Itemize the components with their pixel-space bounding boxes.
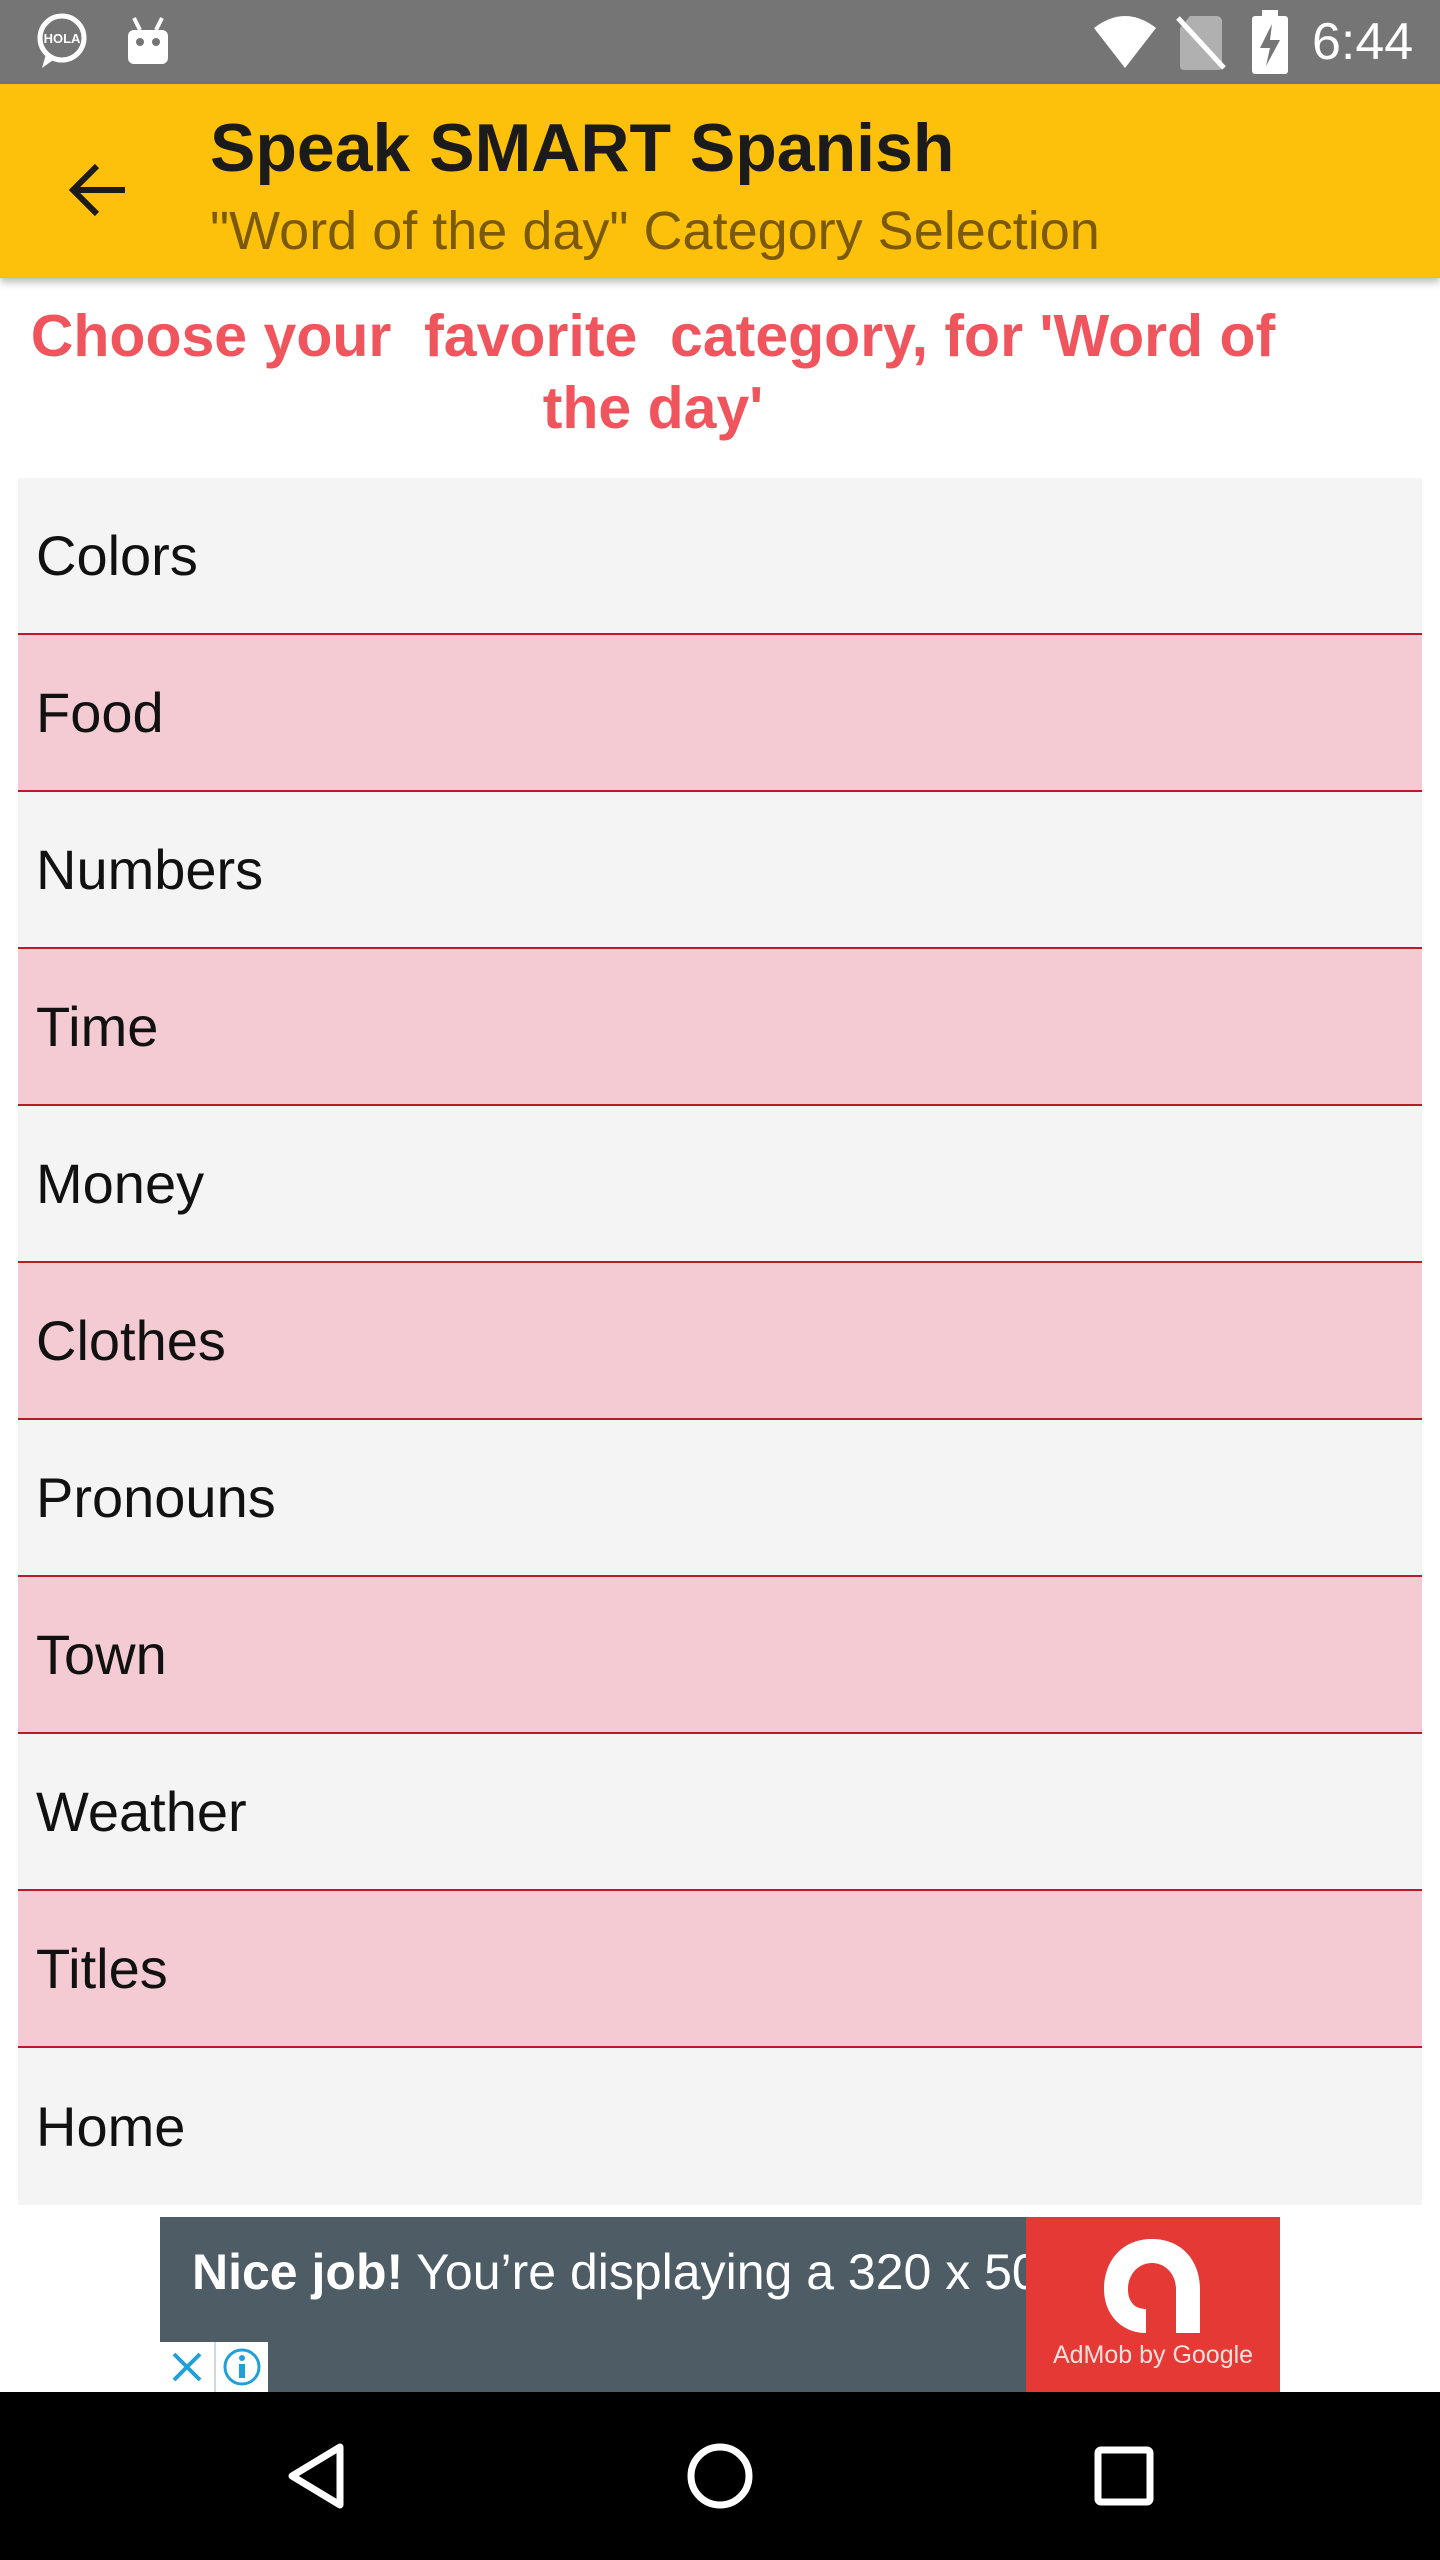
- android-icon: [128, 17, 168, 64]
- recents-square-icon: [1094, 2446, 1154, 2506]
- status-time: 6:44: [1312, 13, 1414, 71]
- admob-logo-panel: AdMob by Google: [1026, 2217, 1280, 2392]
- info-icon: [223, 2348, 261, 2386]
- list-item-food[interactable]: Food: [18, 635, 1422, 792]
- list-item-time[interactable]: Time: [18, 949, 1422, 1106]
- ad-text: Nice job! You’re displaying a 320 x 50 t…: [192, 2243, 1280, 2301]
- nav-recents-button[interactable]: [1074, 2426, 1174, 2526]
- status-bar: HOLA 6:44: [0, 0, 1440, 84]
- hola-icon: HOLA: [37, 13, 87, 68]
- nav-back-button[interactable]: [266, 2426, 366, 2526]
- list-item-money[interactable]: Money: [18, 1106, 1422, 1263]
- page-heading: Choose your favorite category, for 'Word…: [30, 303, 1292, 441]
- app-subtitle: "Word of the day" Category Selection: [210, 201, 1100, 261]
- list-item-titles[interactable]: Titles: [18, 1891, 1422, 2048]
- navigation-bar: [0, 2392, 1440, 2560]
- home-circle-icon: [687, 2443, 753, 2509]
- app-title: Speak SMART Spanish: [210, 110, 955, 186]
- ad-close-button[interactable]: [160, 2342, 214, 2392]
- battery-charging-icon: [1252, 10, 1288, 74]
- list-item-town[interactable]: Town: [18, 1577, 1422, 1734]
- list-item-weather[interactable]: Weather: [18, 1734, 1422, 1891]
- list-item-colors[interactable]: Colors: [18, 478, 1422, 635]
- close-icon: [172, 2352, 202, 2382]
- list-item-home[interactable]: Home: [18, 2048, 1422, 2205]
- list-item-pronouns[interactable]: Pronouns: [18, 1420, 1422, 1577]
- ad-choices: [160, 2342, 268, 2392]
- admob-logo-icon: [1104, 2239, 1200, 2333]
- list-item-numbers[interactable]: Numbers: [18, 792, 1422, 949]
- ad-brand: AdMob by Google: [1052, 2341, 1254, 2369]
- category-list: Colors Food Numbers Time Money Clothes P…: [18, 478, 1422, 2205]
- ad-banner[interactable]: Nice job! You’re displaying a 320 x 50 t…: [160, 2217, 1280, 2392]
- no-sim-icon: [1176, 16, 1226, 70]
- arrow-back-icon: [68, 163, 125, 217]
- svg-text:HOLA: HOLA: [44, 31, 81, 46]
- nav-home-button[interactable]: [670, 2426, 770, 2526]
- app-bar: Speak SMART Spanish "Word of the day" Ca…: [0, 84, 1440, 278]
- ad-info-button[interactable]: [214, 2342, 268, 2392]
- back-triangle-icon: [288, 2443, 344, 2509]
- back-button[interactable]: [52, 144, 144, 236]
- ad-headline: Nice job!: [192, 2244, 404, 2300]
- wifi-icon: [1094, 16, 1156, 68]
- list-item-clothes[interactable]: Clothes: [18, 1263, 1422, 1420]
